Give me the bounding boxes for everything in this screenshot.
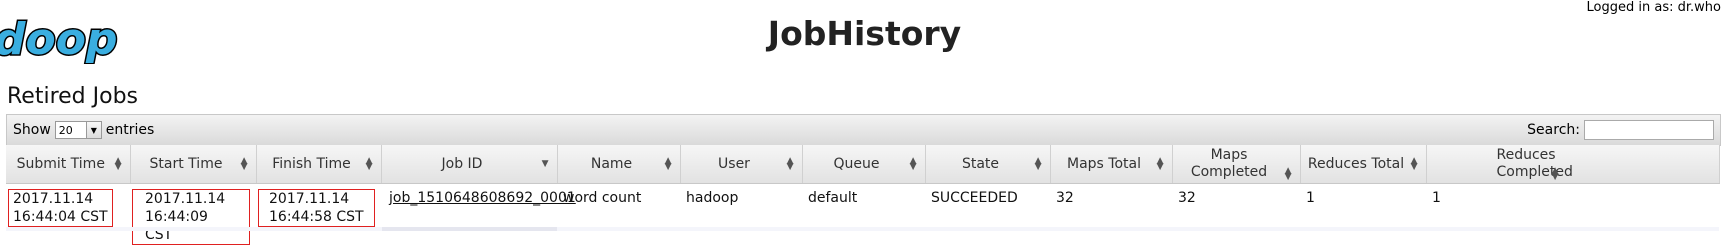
section-title: Retired Jobs	[7, 84, 139, 109]
sort-arrows-icon: ▲ ▼	[1410, 156, 1418, 172]
highlight-box: 2017.11.14 16:44:09 CST	[132, 189, 250, 245]
sort-arrows-icon: ▲ ▼	[1156, 156, 1164, 172]
highlight-box: 2017.11.14 16:44:58 CST	[258, 189, 375, 227]
column-label: Maps Completed	[1190, 147, 1268, 180]
highlight-box: 2017.11.14 16:44:04 CST	[8, 189, 113, 227]
sort-desc-icon: ▼	[541, 159, 549, 169]
cell-maps-total: 32	[1056, 190, 1074, 206]
cell-name: word count	[563, 190, 642, 206]
search-input[interactable]	[1584, 120, 1714, 140]
column-label: Job ID	[441, 155, 483, 172]
cell-submit-time: 2017.11.14 16:44:04 CST	[6, 184, 130, 251]
search-control: Search:	[1527, 120, 1714, 140]
column-label: Reduces Total	[1307, 155, 1405, 172]
sort-arrows-icon: ▲ ▼	[1034, 156, 1042, 172]
jobs-table: Submit Time ▲ ▼ Start Time ▲ ▼ Finish Time ▲ ▼…	[6, 145, 1720, 250]
column-header-job-id[interactable]: Job ID ▼	[381, 145, 558, 184]
column-header-reduces-total[interactable]: Reduces Total ▲ ▼	[1300, 145, 1427, 184]
show-label: Show	[13, 122, 51, 138]
submit-date: 2017.11.14	[13, 191, 94, 207]
column-label: Start Time	[149, 155, 223, 172]
column-label: Submit Time	[16, 155, 105, 172]
column-label: Name	[590, 155, 633, 172]
sort-arrows-icon: ▲ ▼	[909, 156, 917, 172]
cell-job-id: job_1510648608692_0001	[381, 184, 576, 251]
login-status: Logged in as: dr.who	[1586, 0, 1721, 15]
column-header-user[interactable]: User ▲ ▼	[680, 145, 803, 184]
column-header-submit-time[interactable]: Submit Time ▲ ▼	[6, 145, 131, 184]
column-label: User	[718, 155, 750, 172]
column-label: Maps Total	[1067, 155, 1141, 172]
cell-maps-completed: 32	[1178, 190, 1196, 206]
sort-arrows-icon: ▲ ▼	[1551, 166, 1559, 182]
entries-select-value: 20	[58, 123, 73, 137]
start-clock: 16:44:09 CST	[145, 209, 208, 243]
start-date: 2017.11.14	[145, 191, 226, 207]
sort-arrows-icon: ▲ ▼	[664, 156, 672, 172]
column-label: State	[961, 155, 1000, 172]
entries-select[interactable]: 20 ▼	[54, 121, 102, 139]
column-label: Queue	[833, 155, 880, 172]
column-header-maps-total[interactable]: Maps Total ▲ ▼	[1050, 145, 1173, 184]
cell-start-time: 2017.11.14 16:44:09 CST	[130, 184, 256, 251]
sort-arrows-icon: ▲ ▼	[114, 156, 122, 172]
sort-arrows-icon: ▲ ▼	[786, 156, 794, 172]
sorted-column-shading	[382, 227, 557, 231]
submit-clock: 16:44:04 CST	[13, 209, 108, 225]
sort-arrows-icon: ▲ ▼	[240, 156, 248, 172]
sort-arrows-icon: ▲ ▼	[1284, 166, 1292, 182]
page-length-control: Show 20 ▼ entries	[13, 121, 154, 139]
row-shading	[6, 227, 1719, 231]
cell-reduces-completed: 1	[1432, 190, 1441, 206]
finish-date: 2017.11.14	[269, 191, 350, 207]
column-header-reduces-completed[interactable]: Reduces Completed ▲ ▼	[1426, 145, 1720, 184]
cell-user: hadoop	[686, 190, 739, 206]
cell-state: SUCCEEDED	[931, 190, 1018, 206]
search-label: Search:	[1527, 122, 1580, 138]
table-toolbar: Show 20 ▼ entries Search:	[6, 114, 1721, 146]
cell-queue: default	[808, 190, 858, 206]
column-header-state[interactable]: State ▲ ▼	[925, 145, 1051, 184]
column-label: Finish Time	[272, 155, 351, 172]
column-label: Reduces Completed	[1496, 147, 1573, 180]
column-header-maps-completed[interactable]: Maps Completed ▲ ▼	[1172, 145, 1301, 184]
job-id-link[interactable]: job_1510648608692_0001	[389, 190, 576, 206]
page-title: JobHistory	[767, 14, 962, 53]
cell-finish-time: 2017.11.14 16:44:58 CST	[256, 184, 381, 251]
table-row: 2017.11.14 16:44:04 CST 2017.11.14 16:44…	[6, 184, 1719, 251]
cell-reduces-total: 1	[1306, 190, 1315, 206]
entries-label: entries	[105, 122, 155, 138]
chevron-down-icon[interactable]: ▼	[85, 122, 101, 138]
column-header-finish-time[interactable]: Finish Time ▲ ▼	[256, 145, 382, 184]
column-header-name[interactable]: Name ▲ ▼	[557, 145, 681, 184]
table-header-row: Submit Time ▲ ▼ Start Time ▲ ▼ Finish Time ▲ ▼…	[6, 145, 1720, 184]
sort-arrows-icon: ▲ ▼	[365, 156, 373, 172]
finish-clock: 16:44:58 CST	[269, 209, 364, 225]
column-header-start-time[interactable]: Start Time ▲ ▼	[130, 145, 257, 184]
column-header-queue[interactable]: Queue ▲ ▼	[802, 145, 926, 184]
